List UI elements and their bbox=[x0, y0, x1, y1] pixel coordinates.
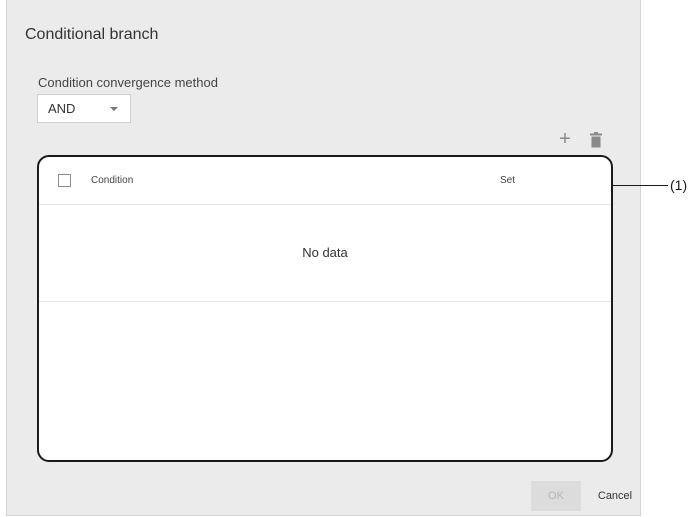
caret-down-icon bbox=[110, 107, 118, 111]
callout-leader-line bbox=[612, 185, 668, 186]
convergence-method-label: Condition convergence method bbox=[38, 75, 218, 90]
callout-label: (1) bbox=[670, 177, 688, 193]
column-header-set: Set bbox=[500, 175, 516, 186]
dialog-title: Conditional branch bbox=[25, 26, 159, 43]
convergence-method-select[interactable]: AND bbox=[37, 94, 131, 123]
trash-icon-glyph bbox=[590, 132, 602, 148]
empty-row: No data bbox=[39, 205, 611, 302]
conditional-branch-dialog: Conditional branch Condition convergence… bbox=[6, 0, 641, 516]
column-header-condition: Condition bbox=[91, 175, 134, 186]
select-all-checkbox[interactable] bbox=[58, 174, 71, 187]
no-data-message: No data bbox=[302, 245, 348, 260]
conditions-table: Condition Set No data bbox=[37, 155, 613, 462]
ok-button[interactable]: OK bbox=[531, 481, 581, 511]
cancel-button[interactable]: Cancel bbox=[591, 481, 639, 511]
convergence-method-value: AND bbox=[48, 101, 76, 116]
add-icon[interactable]: + bbox=[558, 129, 572, 149]
table-header: Condition Set bbox=[39, 157, 611, 205]
trash-icon[interactable] bbox=[590, 132, 602, 148]
